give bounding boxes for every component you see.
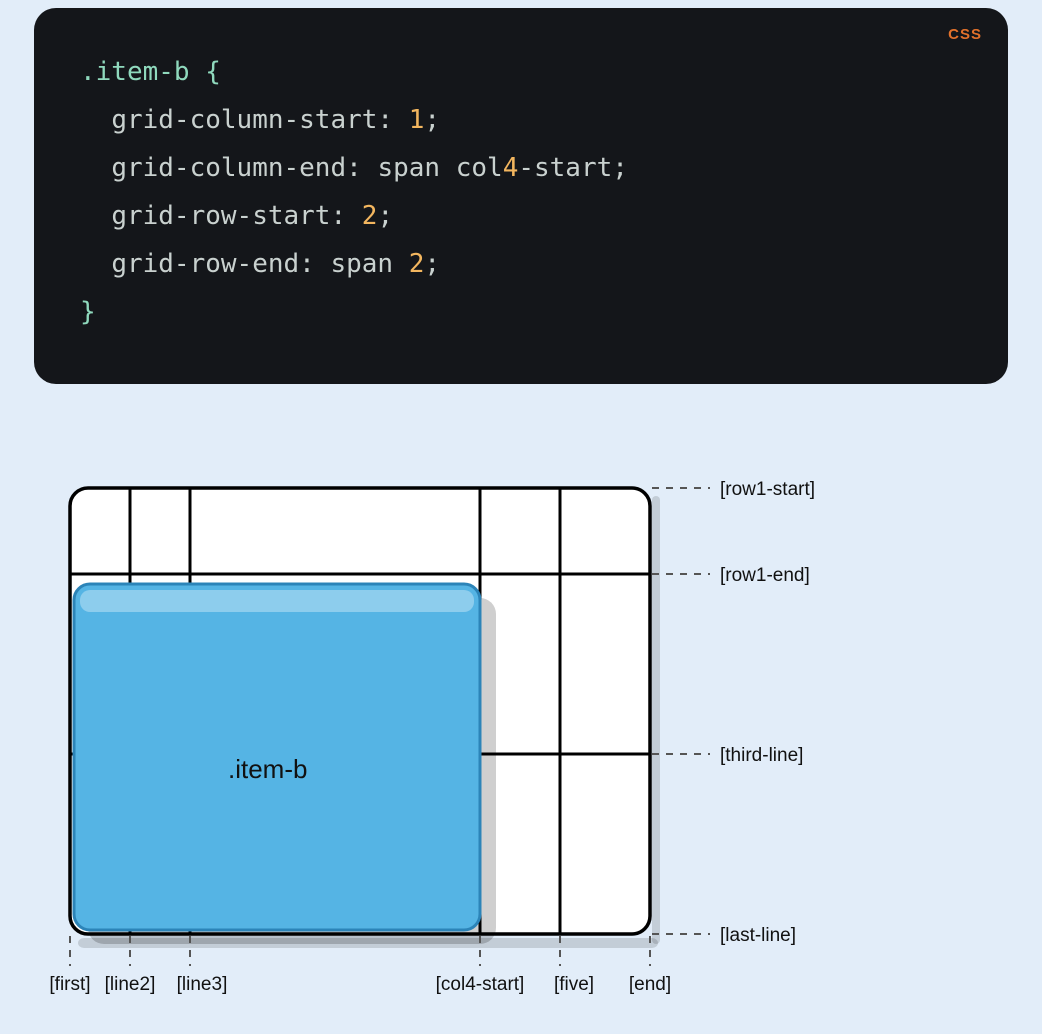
language-badge: CSS bbox=[948, 26, 982, 43]
col-line-label: [line2] bbox=[105, 974, 156, 995]
code-text: .item-b { grid-column-start: 1; grid-col… bbox=[80, 48, 962, 337]
col-line-label: [first] bbox=[49, 974, 90, 995]
row-line-label: [row1-start] bbox=[720, 479, 815, 500]
code-block: CSS .item-b { grid-column-start: 1; grid… bbox=[34, 8, 1008, 384]
col-line-label: [col4-start] bbox=[436, 974, 525, 995]
item-label: .item-b bbox=[228, 754, 307, 784]
row-line-label: [row1-end] bbox=[720, 565, 810, 586]
row-line-label: [last-line] bbox=[720, 925, 796, 946]
col-line-label: [line3] bbox=[177, 974, 228, 995]
col-line-label: [end] bbox=[629, 974, 671, 995]
col-line-label: [five] bbox=[554, 974, 594, 995]
grid-diagram: .item-b [row1-start] [row1-end] [third-l… bbox=[30, 468, 1030, 1028]
row-line-label: [third-line] bbox=[720, 745, 803, 766]
